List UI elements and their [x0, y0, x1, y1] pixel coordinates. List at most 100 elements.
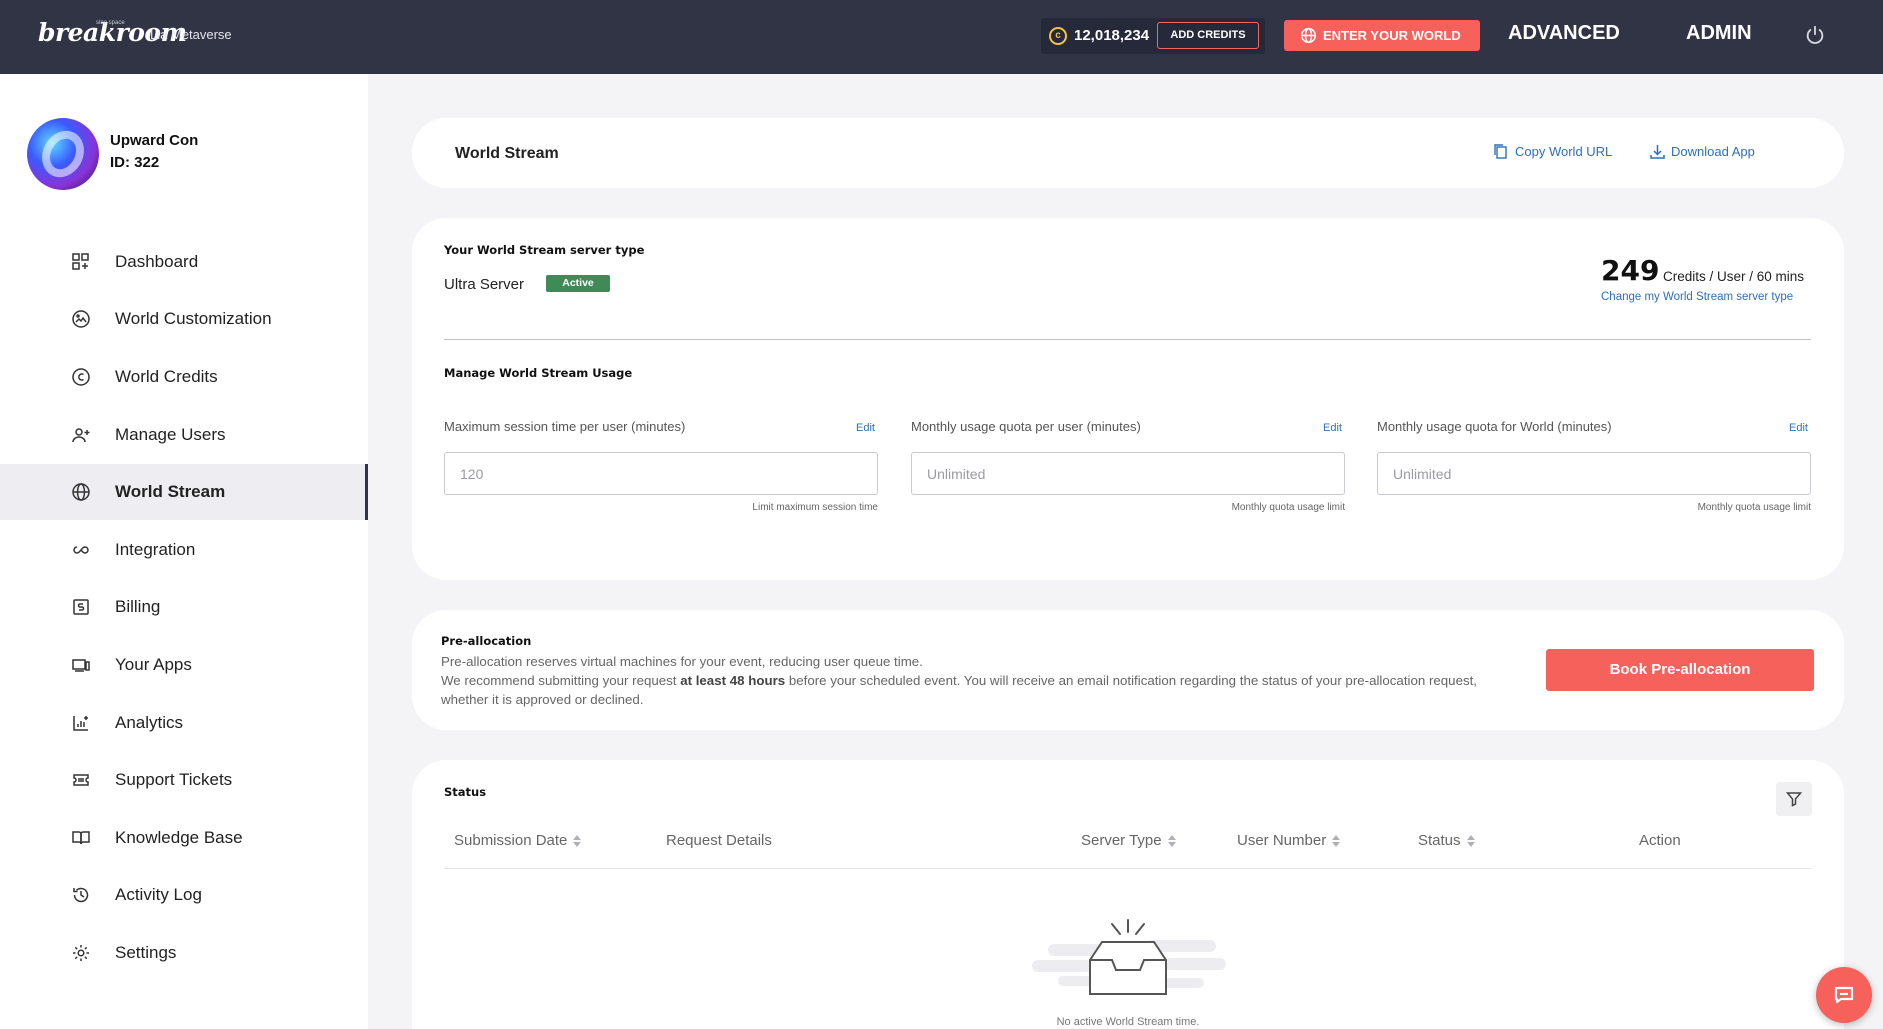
credits-cost-value: 249 [1601, 254, 1660, 287]
pre-allocation-card: Pre-allocation Pre-allocation reserves v… [412, 610, 1844, 730]
sort-icon [1466, 835, 1475, 848]
empty-state-text: No active World Stream time. [1056, 1016, 1200, 1028]
add-credits-button[interactable]: ADD CREDITS [1157, 22, 1259, 49]
credit-balance: 12,018,234 [1074, 27, 1150, 44]
filter-button[interactable] [1776, 782, 1812, 816]
enter-your-world-button[interactable]: ENTER YOUR WORLD [1284, 20, 1480, 51]
top-navigation-bar: breakroom sine space Lia Metaverse c 12,… [0, 0, 1883, 74]
sidebar-item-label: Activity Log [115, 885, 202, 904]
globe-icon [72, 483, 90, 501]
sort-icon [573, 835, 582, 848]
world-quota-value: Unlimited [1393, 466, 1452, 482]
session-time-label: Maximum session time per user (minutes) [444, 419, 686, 434]
sidebar-item-settings[interactable]: Settings [0, 925, 368, 981]
status-card: Status Submission Date Request Details S… [412, 760, 1844, 1029]
filter-icon [1786, 792, 1802, 807]
sidebar-item-label: Support Tickets [115, 770, 233, 789]
change-server-type-link[interactable]: Change my World Stream server type [1601, 291, 1793, 303]
download-app-label: Download App [1671, 144, 1755, 159]
pre-allocation-heading: Pre-allocation [441, 634, 532, 648]
sidebar-item-world-stream[interactable]: World Stream [0, 464, 368, 520]
dashboard-icon [72, 253, 89, 270]
sidebar-item-world-credits[interactable]: World Credits [0, 349, 368, 405]
profile-id: ID: 322 [110, 154, 160, 171]
enter-world-label: ENTER YOUR WORLD [1323, 28, 1461, 43]
world-quota-label: Monthly usage quota for World (minutes) [1377, 419, 1612, 434]
pre-allocation-line2a: We recommend submitting your request [441, 673, 681, 688]
sidebar-item-label: Analytics [115, 713, 184, 732]
sidebar: Upward Con ID: 322 Dashboard World Custo… [0, 74, 368, 1029]
palette-icon [72, 310, 90, 328]
sidebar-item-label: Dashboard [115, 252, 199, 271]
billing-icon [73, 599, 89, 615]
copy-world-url-label: Copy World URL [1515, 144, 1613, 159]
pre-allocation-emphasis: at least 48 hours [680, 673, 786, 688]
server-name: Ultra Server [444, 276, 525, 293]
column-server-type[interactable]: Server Type [1081, 832, 1176, 849]
credits-icon [72, 368, 90, 386]
sidebar-item-label: Billing [115, 597, 161, 616]
pre-allocation-description: Pre-allocation reserves virtual machines… [441, 652, 1491, 709]
user-quota-input[interactable]: Unlimited [911, 452, 1345, 495]
credits-cost-unit: Credits / User / 60 mins [1663, 269, 1805, 284]
column-submission-date[interactable]: Submission Date [454, 832, 582, 849]
column-label: User Number [1237, 832, 1327, 849]
sidebar-item-manage-users[interactable]: Manage Users [0, 407, 368, 463]
book-pre-allocation-button[interactable]: Book Pre-allocation [1546, 649, 1814, 691]
sidebar-item-label: Your Apps [115, 655, 192, 674]
sidebar-item-label: World Stream [115, 482, 226, 501]
column-label: Submission Date [454, 832, 568, 849]
session-time-input[interactable]: 120 [444, 452, 878, 495]
column-label: Status [1418, 832, 1461, 849]
sort-icon [1332, 835, 1341, 848]
world-quota-input[interactable]: Unlimited [1377, 452, 1811, 495]
infinity-icon [73, 546, 89, 554]
page-header-card: World Stream Copy World URL Download App [412, 118, 1844, 188]
world-quota-helper: Monthly quota usage limit [1697, 502, 1811, 513]
sidebar-item-world-customization[interactable]: World Customization [0, 291, 368, 347]
column-status[interactable]: Status [1418, 832, 1475, 849]
user-quota-label: Monthly usage quota per user (minutes) [911, 419, 1141, 434]
globe-icon [1300, 27, 1317, 44]
avatar[interactable] [27, 118, 99, 190]
download-icon [1650, 145, 1665, 159]
page-title: World Stream [455, 145, 559, 162]
status-heading: Status [444, 785, 487, 799]
column-user-number[interactable]: User Number [1237, 832, 1341, 849]
server-settings-card: Your World Stream server type Ultra Serv… [412, 218, 1844, 580]
sidebar-item-activity-log[interactable]: Activity Log [0, 867, 368, 923]
logo-subtext: sine space [96, 20, 125, 26]
sidebar-item-your-apps[interactable]: Your Apps [0, 637, 368, 693]
sidebar-item-integration[interactable]: Integration [0, 522, 368, 578]
sidebar-item-label: Integration [115, 540, 196, 559]
profile-name: Upward Con [110, 132, 199, 149]
analytics-icon [73, 716, 88, 731]
server-type-heading: Your World Stream server type [444, 243, 645, 257]
sidebar-item-support-tickets[interactable]: Support Tickets [0, 752, 368, 808]
sidebar-item-label: World Customization [115, 309, 272, 328]
sidebar-item-label: Settings [115, 943, 177, 962]
nav-advanced[interactable]: ADVANCED [1508, 22, 1620, 45]
nav-admin[interactable]: ADMIN [1686, 22, 1752, 45]
power-icon[interactable] [1804, 24, 1826, 46]
sort-icon [1167, 835, 1176, 848]
sidebar-item-knowledge-base[interactable]: Knowledge Base [0, 810, 368, 866]
coin-icon: c [1049, 27, 1067, 45]
pre-allocation-line1: Pre-allocation reserves virtual machines… [441, 654, 923, 669]
column-label: Server Type [1081, 832, 1162, 849]
world-name: Lia Metaverse [150, 27, 232, 42]
session-time-value: 120 [460, 466, 484, 482]
column-action: Action [1639, 832, 1681, 849]
sidebar-item-label: World Credits [115, 367, 218, 386]
sidebar-item-label: Manage Users [115, 425, 226, 444]
gear-icon [73, 945, 89, 961]
sidebar-item-billing[interactable]: Billing [0, 579, 368, 635]
edit-world-quota-link[interactable]: Edit [1789, 422, 1808, 434]
add-user-icon [72, 428, 90, 443]
sidebar-item-analytics[interactable]: Analytics [0, 695, 368, 751]
sidebar-item-dashboard[interactable]: Dashboard [0, 234, 368, 290]
chat-support-button[interactable] [1816, 967, 1872, 1023]
edit-session-time-link[interactable]: Edit [856, 422, 875, 434]
user-quota-helper: Monthly quota usage limit [1231, 502, 1345, 513]
edit-user-quota-link[interactable]: Edit [1323, 422, 1342, 434]
